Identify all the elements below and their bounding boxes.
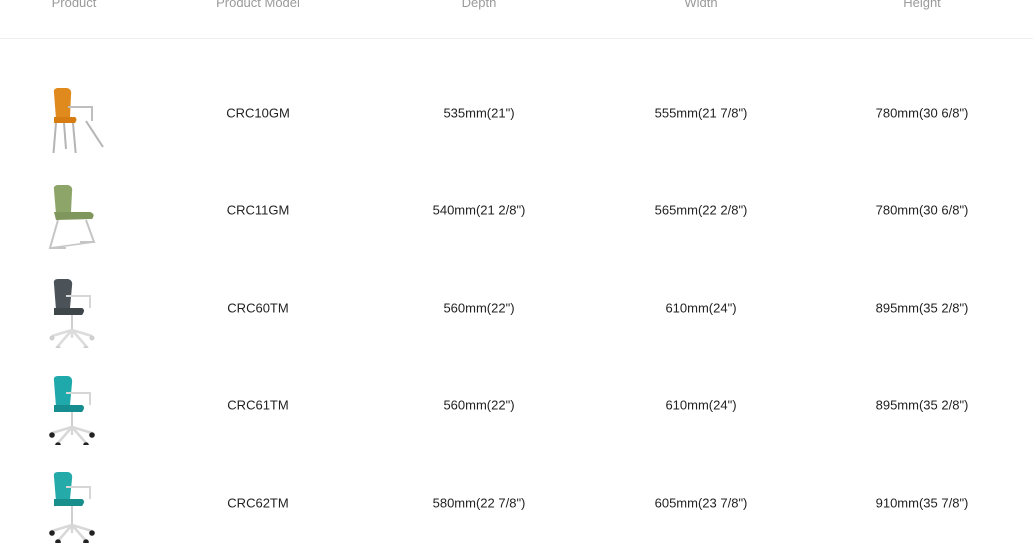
cell-depth: 535mm(21")	[443, 105, 515, 121]
product-image-crc10gm[interactable]	[42, 73, 108, 153]
product-image-crc62tm[interactable]	[42, 463, 108, 543]
table-row: CRC62TM 580mm(22 7/8") 605mm(23 7/8") 91…	[0, 463, 1033, 543]
header-width: Width	[684, 0, 718, 10]
cell-model: CRC62TM	[227, 495, 289, 511]
cell-model: CRC10GM	[226, 105, 290, 121]
cell-depth: 580mm(22 7/8")	[432, 495, 526, 511]
cell-width: 555mm(21 7/8")	[654, 105, 748, 121]
table-header: Product Product Model Depth Width Height	[0, 0, 1033, 39]
header-depth: Depth	[461, 0, 497, 10]
cell-depth: 560mm(22")	[443, 397, 515, 413]
header-product: Product	[51, 0, 97, 10]
header-product-model: Product Model	[216, 0, 300, 10]
table-row: CRC60TM 560mm(22") 610mm(24") 895mm(35 2…	[0, 268, 1033, 348]
product-image-crc11gm[interactable]	[42, 170, 108, 250]
cell-height: 895mm(35 2/8")	[875, 300, 969, 316]
cell-height: 910mm(35 7/8")	[875, 495, 969, 511]
cell-width: 610mm(24")	[665, 397, 737, 413]
cell-model: CRC61TM	[227, 397, 289, 413]
cell-model: CRC11GM	[226, 202, 290, 218]
table-row: CRC11GM 540mm(21 2/8") 565mm(22 2/8") 78…	[0, 170, 1033, 250]
cell-width: 610mm(24")	[665, 300, 737, 316]
cell-height: 780mm(30 6/8")	[875, 105, 969, 121]
cell-width: 605mm(23 7/8")	[654, 495, 748, 511]
cell-width: 565mm(22 2/8")	[654, 202, 748, 218]
product-image-crc60tm[interactable]	[42, 268, 108, 348]
cell-depth: 540mm(21 2/8")	[432, 202, 526, 218]
cell-depth: 560mm(22")	[443, 300, 515, 316]
table-row: CRC61TM 560mm(22") 610mm(24") 895mm(35 2…	[0, 365, 1033, 445]
product-image-crc61tm[interactable]	[42, 365, 108, 445]
product-spec-table: Product Product Model Depth Width Height…	[0, 0, 1033, 543]
cell-height: 780mm(30 6/8")	[875, 202, 969, 218]
table-row: CRC10GM 535mm(21") 555mm(21 7/8") 780mm(…	[0, 73, 1033, 153]
cell-height: 895mm(35 2/8")	[875, 397, 969, 413]
header-height: Height	[903, 0, 941, 10]
cell-model: CRC60TM	[227, 300, 289, 316]
